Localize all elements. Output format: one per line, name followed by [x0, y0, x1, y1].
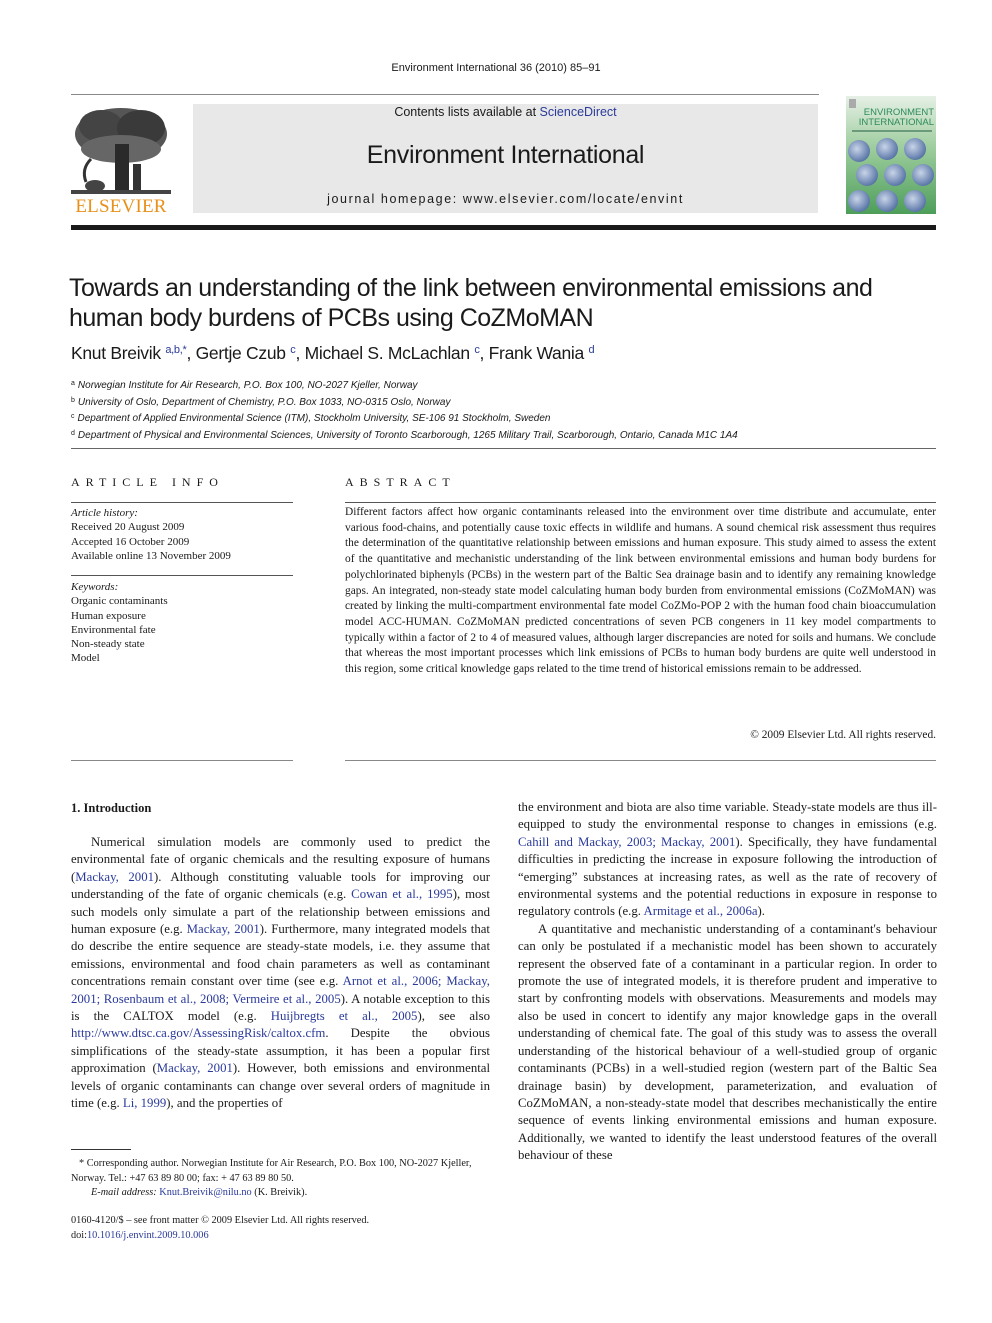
- author-name: Frank Wania: [488, 343, 589, 363]
- abstract-copyright: © 2009 Elsevier Ltd. All rights reserved…: [750, 729, 936, 741]
- cover-photo-icon: [856, 164, 878, 186]
- affiliation-list: a Norwegian Institute for Air Research, P…: [71, 377, 951, 443]
- cover-photo-icon: [904, 190, 926, 212]
- article-info-heading: ARTICLE INFO: [71, 475, 224, 489]
- citation-link[interactable]: Mackay, 2001: [187, 922, 260, 936]
- header-thick-rule: [71, 225, 936, 230]
- journal-name: Environment International: [366, 141, 645, 169]
- doi-line: doi:10.1016/j.envint.2009.10.006: [71, 1229, 490, 1244]
- sciencedirect-link[interactable]: ScienceDirect: [540, 105, 617, 119]
- abstract-heading: ABSTRACT: [345, 475, 456, 489]
- cover-photo-icon: [904, 138, 926, 160]
- corresponding-author-note: * Corresponding author. Norwegian Instit…: [71, 1158, 472, 1184]
- affiliation: d Department of Physical and Environmenta…: [71, 429, 738, 441]
- cover-photo-icon: [848, 140, 870, 162]
- abstract-text: Different factors affect how organic con…: [345, 506, 936, 676]
- body-column-left: Numerical simulation models are commonly…: [71, 834, 490, 1113]
- author-name: Michael S. McLachlan: [304, 343, 475, 363]
- history-accepted: Accepted 16 October 2009: [71, 535, 190, 548]
- author-list: Knut Breivik a,b,*, Gertje Czub c, Micha…: [71, 343, 595, 363]
- cover-photo-icon: [884, 164, 906, 186]
- cover-photo-icon: [876, 138, 898, 160]
- author-affiliation-ref[interactable]: d: [588, 344, 594, 356]
- affiliation: b University of Oslo, Department of Chemi…: [71, 396, 451, 408]
- front-matter: 0160-4120/$ – see front matter © 2009 El…: [71, 1214, 490, 1243]
- cover-title-line2: INTERNATIONAL: [858, 117, 934, 128]
- article-history: Article history: Received 20 August 2009…: [71, 506, 293, 563]
- footnote: * Corresponding author. Norwegian Instit…: [71, 1157, 490, 1201]
- email-link[interactable]: Knut.Breivik@nilu.no: [159, 1187, 251, 1198]
- section-heading-introduction: 1. Introduction: [71, 801, 152, 815]
- running-head: Environment International 36 (2010) 85–9…: [391, 62, 601, 74]
- history-received: Received 20 August 2009: [71, 521, 185, 534]
- cover-publisher-badge-icon: [849, 99, 856, 108]
- keywords-label: Keywords:: [71, 581, 119, 593]
- citation-link[interactable]: Mackay, 2001: [157, 1061, 233, 1075]
- citation-link[interactable]: http://www.dtsc.ca.gov/AssessingRisk/cal…: [71, 1026, 325, 1040]
- publisher-wordmark: ELSEVIER: [75, 196, 167, 217]
- journal-cover-image: ENVIRONMENT INTERNATIONAL: [846, 96, 936, 214]
- email-line: E-mail address: Knut.Breivik@nilu.no (K.…: [71, 1186, 490, 1201]
- footnote-rule: [71, 1149, 131, 1150]
- citation-link[interactable]: Huijbregts et al., 2005: [271, 1009, 418, 1023]
- email-suffix: (K. Breivik).: [251, 1187, 308, 1198]
- paragraph: the environment and biota are also time …: [518, 800, 937, 919]
- keyword: Environmental fate: [71, 623, 156, 636]
- cover-title: ENVIRONMENT INTERNATIONAL: [850, 108, 934, 128]
- history-label: Article history:: [71, 507, 138, 519]
- keywords: Keywords: Organic contaminants Human exp…: [71, 580, 293, 666]
- paragraph: Numerical simulation models are commonly…: [71, 835, 491, 1111]
- author-affiliation-ref[interactable]: c: [290, 344, 296, 356]
- citation-link[interactable]: Arnot et al., 2006; Mackay, 2001; Rosenb…: [71, 974, 490, 1005]
- divider: [71, 575, 293, 576]
- journal-homepage[interactable]: journal homepage: www.elsevier.com/locat…: [193, 192, 818, 206]
- doi-link[interactable]: 10.1016/j.envint.2009.10.006: [87, 1230, 209, 1241]
- header-rule: [71, 94, 819, 95]
- doi-prefix: doi:: [71, 1229, 88, 1241]
- cover-photo-icon: [848, 190, 870, 212]
- citation-link[interactable]: Cahill and Mackay, 2003; Mackay, 2001: [518, 835, 735, 849]
- citation-link[interactable]: Cowan et al., 1995: [351, 887, 453, 901]
- author-affiliation-ref[interactable]: c: [474, 344, 480, 356]
- cover-photo-icon: [876, 190, 898, 212]
- email-label: E-mail address:: [91, 1187, 160, 1198]
- contents-prefix: Contents lists available at: [394, 105, 540, 119]
- author-name: Gertje Czub: [195, 343, 291, 363]
- divider: [71, 448, 936, 449]
- body-column-right: the environment and biota are also time …: [518, 799, 937, 1165]
- author-affiliation-ref[interactable]: a,b,*: [165, 344, 186, 356]
- cover-subtitle-bar: [852, 130, 932, 132]
- divider: [71, 760, 293, 761]
- keyword: Non-steady state: [71, 638, 145, 651]
- divider: [345, 760, 936, 761]
- author-name: Knut Breivik: [71, 343, 166, 363]
- affiliation: c Department of Applied Environmental Sci…: [71, 413, 551, 424]
- divider: [345, 502, 936, 503]
- cover-photo-icon: [912, 164, 934, 186]
- citation-link[interactable]: Li, 1999: [123, 1096, 166, 1110]
- keyword: Human exposure: [71, 609, 146, 622]
- contents-line: Contents lists available at ScienceDirec…: [193, 105, 818, 119]
- divider: [71, 502, 293, 503]
- citation-link[interactable]: Armitage et al., 2006a: [643, 904, 757, 918]
- history-online: Available online 13 November 2009: [71, 549, 231, 562]
- paragraph: A quantitative and mechanistic understan…: [518, 921, 937, 1163]
- keyword: Model: [71, 652, 100, 665]
- citation-link[interactable]: Mackay, 2001: [75, 870, 154, 884]
- article-title: Towards an understanding of the link bet…: [69, 274, 873, 332]
- keyword: Organic contaminants: [71, 595, 168, 608]
- issn-line: 0160-4120/$ – see front matter © 2009 El…: [71, 1215, 370, 1226]
- affiliation: a Norwegian Institute for Air Research, P…: [71, 380, 418, 391]
